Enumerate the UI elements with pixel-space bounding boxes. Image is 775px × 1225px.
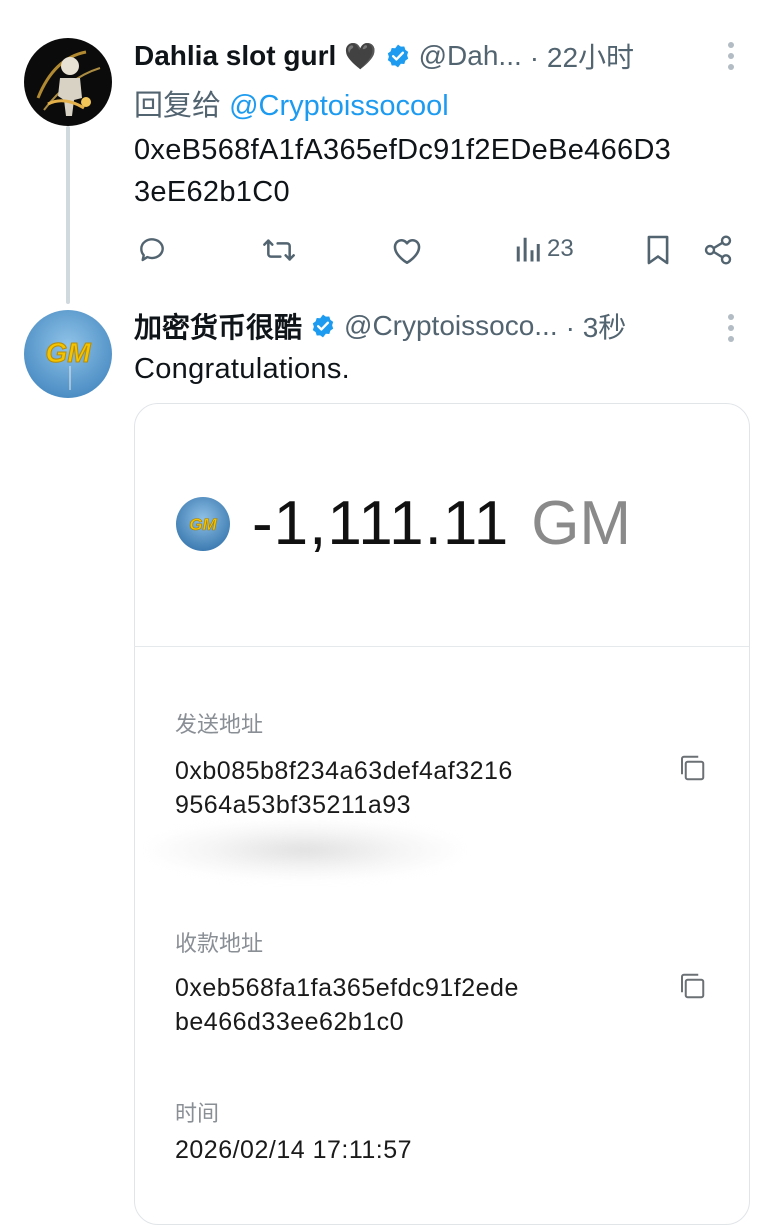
tweet1-timestamp[interactable]: · 22小时: [530, 36, 634, 76]
tweet1-handle[interactable]: @Dah...: [419, 40, 522, 72]
reply-to-prefix: 回复给: [134, 90, 222, 122]
like-button[interactable]: [390, 234, 424, 266]
transaction-unit: GM: [531, 489, 632, 558]
tweet1-body: 0xeB568fA1fA365efDc91f2EDeBe466D3 3eE62b…: [134, 129, 774, 213]
time-label: 时间: [175, 1101, 220, 1126]
black-heart-emoji: 🖤: [344, 40, 377, 71]
reply-to-mention-link[interactable]: @Cryptoissocool: [229, 90, 449, 122]
thread-connector-line: [66, 126, 70, 304]
bookmark-button[interactable]: [645, 234, 671, 266]
verified-badge-icon: [310, 313, 336, 339]
share-button[interactable]: [702, 234, 734, 266]
sender-address-value: 0xb085b8f234a63def4af3216 9564a53bf35211…: [175, 754, 513, 822]
blurred-redaction: [150, 820, 460, 880]
tweet2-display-name[interactable]: 加密货币很酷: [134, 306, 302, 346]
copy-sender-icon[interactable]: [677, 753, 707, 783]
svg-text:GM: GM: [45, 337, 91, 368]
copy-receiver-icon[interactable]: [677, 971, 707, 1001]
receiver-address-label: 收款地址: [175, 931, 264, 956]
reply-to-line: 回复给 @Cryptoissocool: [134, 82, 449, 124]
tweet1-display-name[interactable]: Dahlia slot gurl: [134, 40, 336, 72]
sender-address-label: 发送地址: [175, 712, 264, 737]
retweet-button[interactable]: [261, 234, 297, 266]
share-icon: [702, 234, 734, 266]
views-icon: [515, 234, 541, 264]
tweet2-body: Congratulations.: [134, 353, 350, 385]
tweet2-more-icon[interactable]: [724, 312, 738, 350]
time-value: 2026/02/14 17:11:57: [175, 1136, 413, 1164]
transaction-amount: -1,111.11: [252, 489, 510, 558]
tweet1-body-line1: 0xeB568fA1fA365efDc91f2EDeBe466D3: [134, 134, 672, 166]
bookmark-icon: [645, 234, 671, 266]
tweet2-handle[interactable]: @Cryptoissoco...: [344, 310, 558, 342]
reply-button[interactable]: [136, 234, 168, 266]
receiver-address-line2: be466d33ee62b1c0: [175, 1008, 405, 1036]
sender-address-line2: 9564a53bf35211a93: [175, 791, 412, 819]
avatar-cryptoissocool[interactable]: GM: [24, 310, 112, 398]
tweet1-body-line2: 3eE62b1C0: [134, 176, 290, 208]
verified-badge-icon: [385, 43, 411, 69]
heart-icon: [390, 234, 424, 266]
receiver-address-line1: 0xeb568fa1fa365efdc91f2ede: [175, 974, 519, 1002]
svg-text:GM: GM: [189, 515, 217, 534]
receiver-address-value: 0xeb568fa1fa365efdc91f2ede be466d33ee62b…: [175, 971, 519, 1039]
retweet-icon: [261, 234, 297, 266]
avatar-dahlia[interactable]: [24, 38, 112, 126]
reply-icon: [136, 234, 168, 266]
tweet2-timestamp[interactable]: · 3秒: [566, 306, 627, 346]
card-divider: [134, 646, 749, 647]
views-button[interactable]: 23: [515, 234, 574, 264]
sender-address-line1: 0xb085b8f234a63def4af3216: [175, 757, 513, 785]
views-count: 23: [547, 235, 574, 262]
gm-coin-icon: GM: [176, 497, 230, 551]
tweet1-more-icon[interactable]: [724, 40, 738, 78]
